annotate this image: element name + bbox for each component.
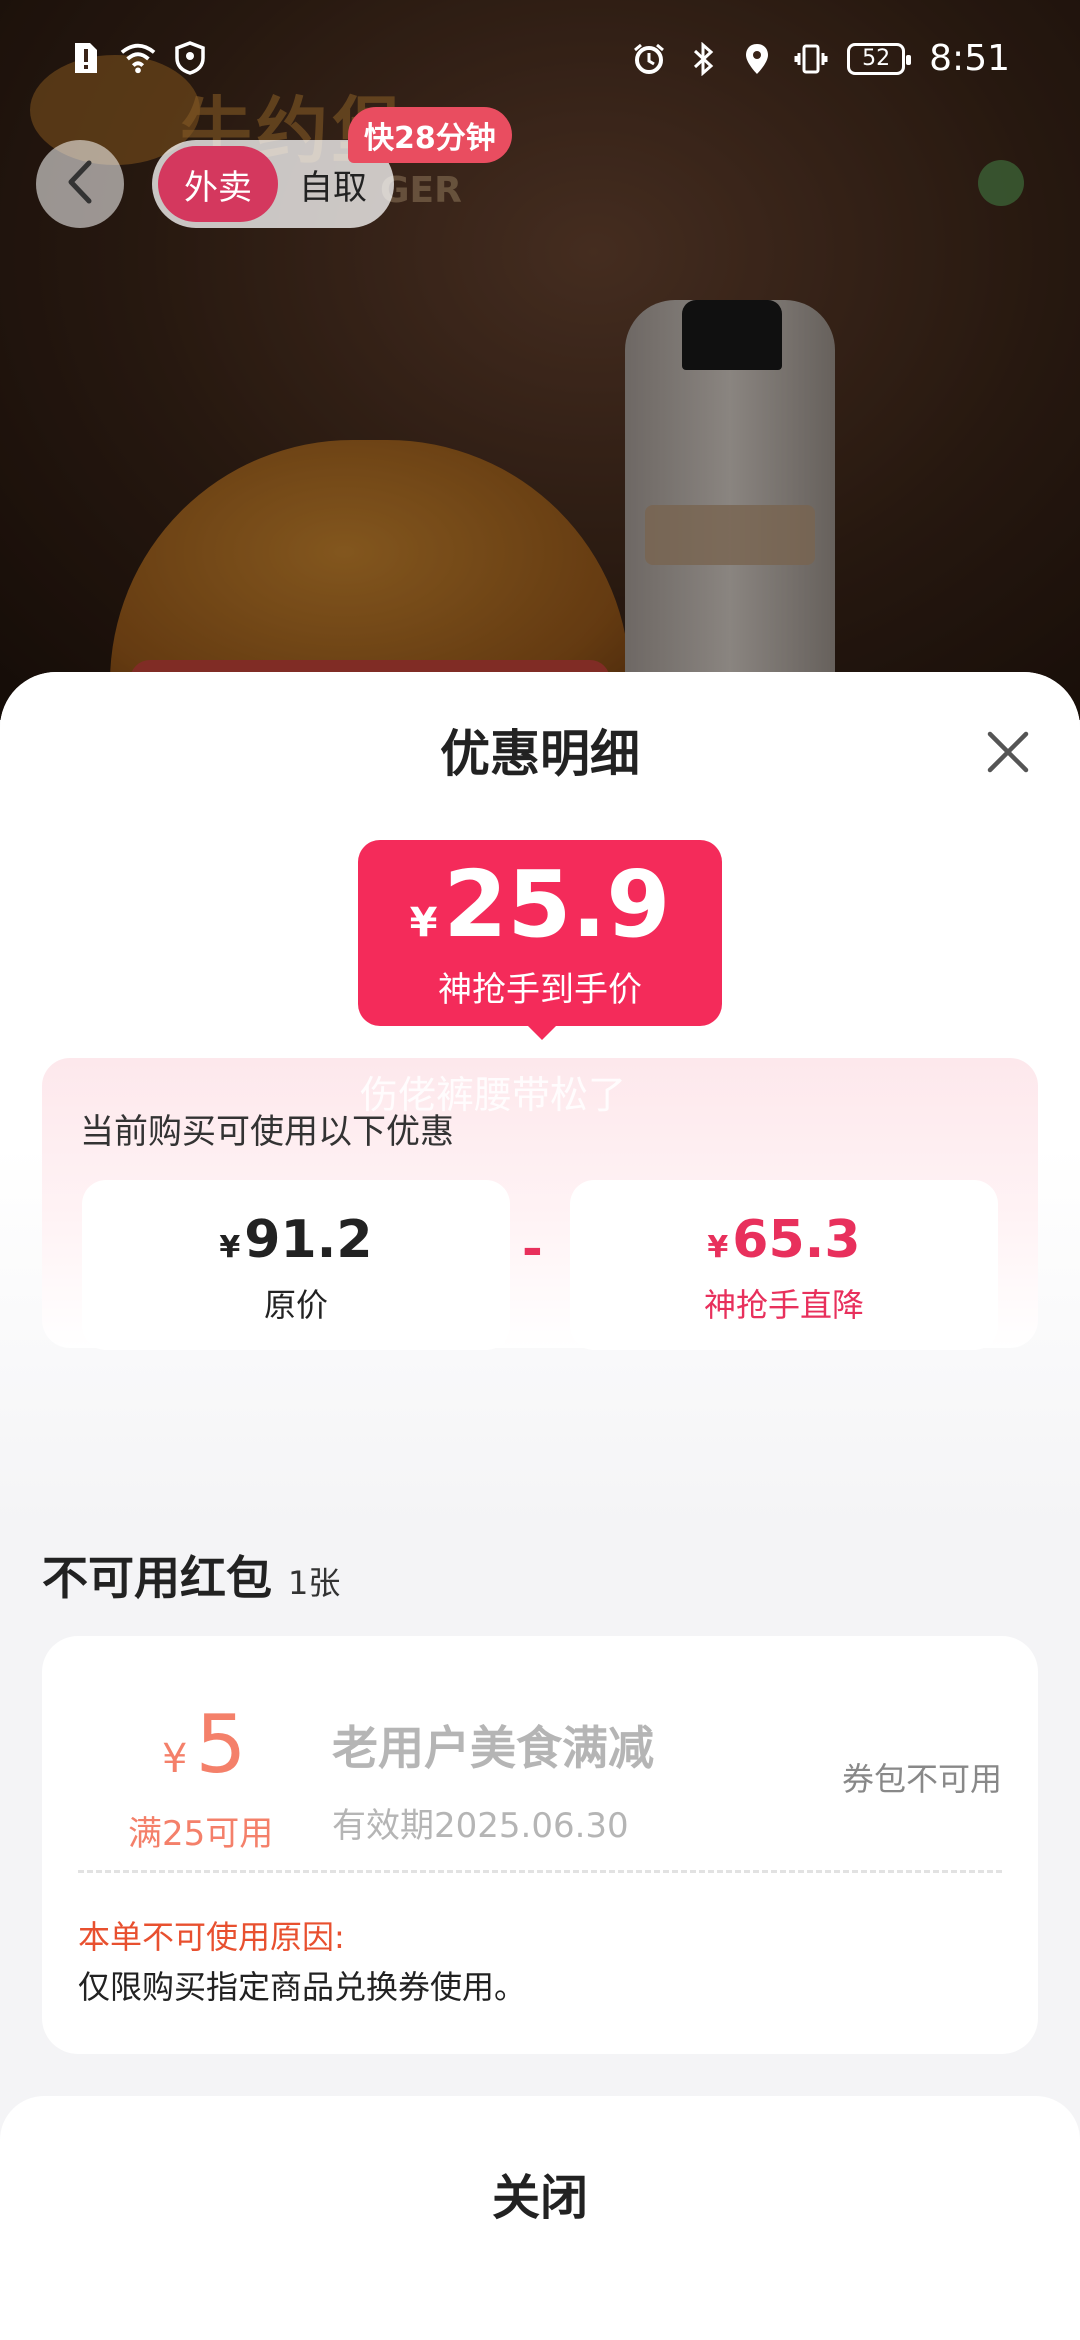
final-price-badge: ¥ 25.9 神抢手到手价 xyxy=(358,840,722,1040)
unusable-coupons-header: 不可用红包 1张 xyxy=(42,1542,340,1608)
close-icon[interactable] xyxy=(980,724,1036,780)
delivery-mode-tab[interactable]: 外卖 xyxy=(158,146,278,222)
currency-symbol: ¥ xyxy=(707,1230,729,1265)
minus-operator: - xyxy=(522,1220,543,1278)
wifi-icon xyxy=(120,40,156,76)
vibrate-icon xyxy=(793,41,829,77)
back-button[interactable] xyxy=(36,140,124,228)
coupon-reason: 仅限购买指定商品兑换券使用。 xyxy=(78,1968,527,2006)
close-button[interactable]: 关闭 xyxy=(0,2158,1080,2228)
currency-symbol: ¥ xyxy=(219,1230,241,1265)
final-price: 25.9 xyxy=(443,851,671,958)
status-bar: 52 8:51 xyxy=(0,0,1080,120)
back-arrow-icon xyxy=(63,159,97,209)
share-icon[interactable] xyxy=(978,160,1024,206)
watermark-text: 伤佬裤腰带松了 xyxy=(360,1073,627,1117)
coupon-name: 老用户美食满减 xyxy=(332,1721,654,1775)
coupon-divider xyxy=(78,1870,1002,1873)
footer-panel: 关闭 xyxy=(0,2096,1080,2340)
coupon-status: 券包不可用 xyxy=(841,1760,1002,1798)
discount-amount-card: ¥ 65.3 神抢手直降 xyxy=(570,1180,998,1350)
coupon-card: ¥ 5 满25可用 老用户美食满减 有效期2025.06.30 券包不可用 本单… xyxy=(42,1636,1038,2054)
original-price: 91.2 xyxy=(244,1210,373,1270)
coupon-amount: ¥ 5 xyxy=(162,1698,246,1791)
sheet-title: 优惠明细 xyxy=(440,725,640,783)
discount-label: 神抢手直降 xyxy=(703,1286,864,1324)
coupon-min-spend: 满25可用 xyxy=(128,1814,274,1854)
battery-icon: 52 xyxy=(847,42,912,75)
discount-amount: 65.3 xyxy=(732,1210,861,1270)
delivery-time-badge: 快28分钟 xyxy=(348,107,512,163)
vpn-shield-icon xyxy=(172,40,208,76)
discount-detail-sheet: 优惠明细 ¥ 25.9 神抢手到手价 当前购买可使用以下优惠 伤佬裤腰带松了 ¥… xyxy=(0,672,1080,2340)
location-icon xyxy=(739,41,775,77)
coupon-value: 5 xyxy=(195,1698,247,1791)
coupon-reason-title: 本单不可使用原因: xyxy=(78,1918,345,1956)
unusable-coupons-title: 不可用红包 xyxy=(42,1551,272,1605)
currency-symbol: ¥ xyxy=(409,900,438,946)
sim-alert-icon xyxy=(68,40,104,76)
final-price-label: 神抢手到手价 xyxy=(438,970,642,1010)
coupon-expiry: 有效期2025.06.30 xyxy=(332,1806,629,1846)
pickup-mode-tab[interactable]: 自取 xyxy=(278,160,388,209)
currency-symbol: ¥ xyxy=(162,1736,188,1782)
bluetooth-icon xyxy=(685,41,721,77)
clock: 8:51 xyxy=(929,38,1010,79)
alarm-icon xyxy=(631,41,667,77)
unusable-coupons-count: 1张 xyxy=(288,1564,341,1602)
original-price-card: ¥ 91.2 原价 xyxy=(82,1180,510,1350)
original-price-label: 原价 xyxy=(263,1286,328,1324)
